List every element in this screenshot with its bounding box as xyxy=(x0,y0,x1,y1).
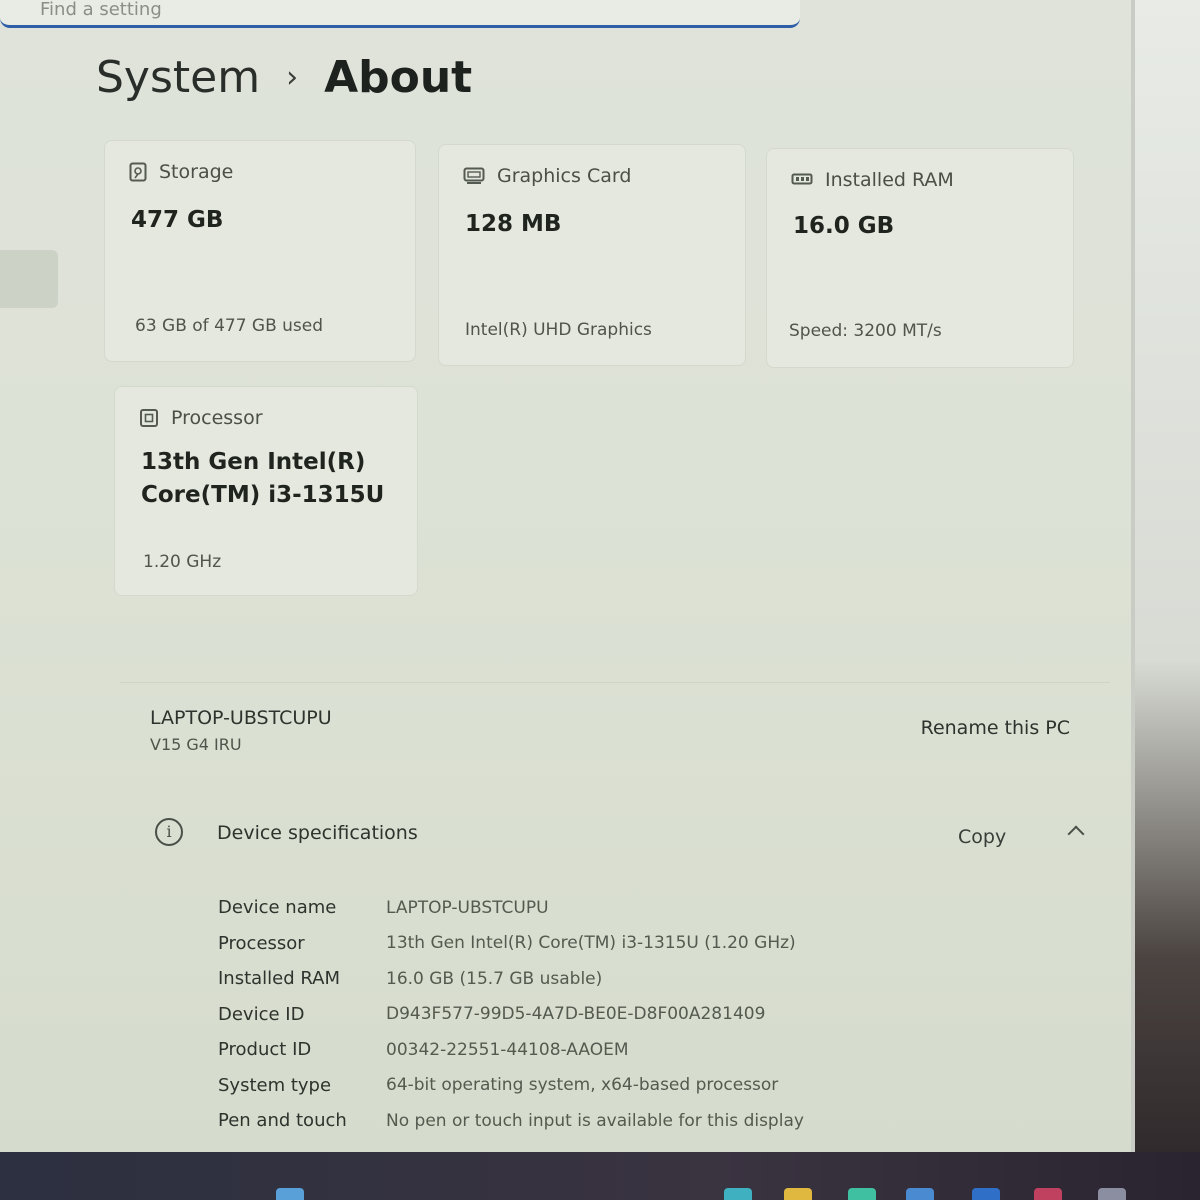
ram-speed: Speed: 3200 MT/s xyxy=(789,321,942,341)
table-row: System type 64-bit operating system, x64… xyxy=(218,1068,804,1104)
pc-model: V15 G4 IRU xyxy=(150,735,242,754)
taskbar xyxy=(0,1152,1200,1200)
copy-button[interactable]: Copy xyxy=(938,820,1048,854)
pc-name-row: LAPTOP-UBSTCUPU V15 G4 IRU Rename this P… xyxy=(120,682,1110,774)
app-icon[interactable] xyxy=(1098,1188,1126,1200)
breadcrumb-separator: › xyxy=(286,60,299,95)
file-explorer-icon[interactable] xyxy=(784,1188,812,1200)
table-row: Pen and touch No pen or touch input is a… xyxy=(218,1103,804,1139)
edge-icon[interactable] xyxy=(724,1188,752,1200)
spec-value: 64-bit operating system, x64-based proce… xyxy=(386,1075,779,1096)
device-specifications-header[interactable]: i Device specifications Copy xyxy=(120,792,1110,872)
spec-value: 00342-22551-44108-AAOEM xyxy=(386,1039,629,1060)
storage-card[interactable]: Storage 477 GB 63 GB of 477 GB used xyxy=(104,140,416,362)
spec-key: Processor xyxy=(218,932,305,954)
breadcrumb-system[interactable]: System xyxy=(96,52,260,103)
storage-value: 477 GB xyxy=(131,207,224,233)
spec-key: Device ID xyxy=(218,1003,305,1025)
breadcrumb: System › About xyxy=(96,52,472,103)
storage-label: Storage xyxy=(159,161,234,183)
processor-card[interactable]: Processor 13th Gen Intel(R) Core(TM) i3-… xyxy=(114,386,418,596)
processor-name-line2: Core(TM) i3-1315U xyxy=(141,482,385,508)
device-specifications-table: Device name LAPTOP-UBSTCUPU Processor 13… xyxy=(218,890,804,1139)
table-row: Product ID 00342-22551-44108-AAOEM xyxy=(218,1032,804,1068)
search-box[interactable]: Find a setting xyxy=(0,0,800,28)
graphics-card-icon xyxy=(463,167,485,184)
info-icon: i xyxy=(155,818,183,846)
settings-window: Find a setting System › About Storage 47… xyxy=(0,0,1135,1152)
table-row: Installed RAM 16.0 GB (15.7 GB usable) xyxy=(218,961,804,997)
spec-value: 16.0 GB (15.7 GB usable) xyxy=(386,968,603,989)
start-icon[interactable] xyxy=(276,1188,304,1200)
table-row: Device name LAPTOP-UBSTCUPU xyxy=(218,890,804,926)
ram-card[interactable]: Installed RAM 16.0 GB Speed: 3200 MT/s xyxy=(766,148,1074,368)
graphics-card-header: Graphics Card xyxy=(463,165,631,187)
spec-value: D943F577-99D5-4A7D-BE0E-D8F00A281409 xyxy=(386,1004,766,1025)
spec-value: No pen or touch input is available for t… xyxy=(386,1110,804,1131)
mail-icon[interactable] xyxy=(1034,1188,1062,1200)
page-title: About xyxy=(324,52,473,103)
storage-usage: 63 GB of 477 GB used xyxy=(135,316,324,336)
app-icon[interactable] xyxy=(972,1188,1000,1200)
desktop-wallpaper xyxy=(1130,0,1200,1200)
ram-value: 16.0 GB xyxy=(793,213,895,239)
ram-icon xyxy=(791,173,813,185)
processor-card-header: Processor xyxy=(139,407,263,429)
sidebar-item-system[interactable] xyxy=(0,250,58,308)
graphics-label: Graphics Card xyxy=(497,165,632,187)
chevron-up-icon[interactable] xyxy=(1067,825,1085,843)
spec-key: Installed RAM xyxy=(218,968,341,990)
graphics-model: Intel(R) UHD Graphics xyxy=(465,320,652,340)
processor-label: Processor xyxy=(171,407,263,429)
table-row: Device ID D943F577-99D5-4A7D-BE0E-D8F00A… xyxy=(218,997,804,1033)
spec-key: Product ID xyxy=(218,1039,312,1061)
processor-speed: 1.20 GHz xyxy=(143,552,222,572)
app-icon[interactable] xyxy=(906,1188,934,1200)
device-specifications-title: Device specifications xyxy=(217,822,418,844)
spec-value: LAPTOP-UBSTCUPU xyxy=(386,897,549,918)
spec-value: 13th Gen Intel(R) Core(TM) i3-1315U (1.2… xyxy=(386,933,796,954)
processor-name-line1: 13th Gen Intel(R) xyxy=(141,449,366,475)
pc-name: LAPTOP-UBSTCUPU xyxy=(150,707,332,729)
processor-icon xyxy=(140,409,158,427)
ram-label: Installed RAM xyxy=(825,169,954,191)
search-placeholder: Find a setting xyxy=(40,0,162,20)
rename-pc-button[interactable]: Rename this PC xyxy=(921,717,1070,739)
storage-icon xyxy=(129,162,147,182)
graphics-card[interactable]: Graphics Card 128 MB Intel(R) UHD Graphi… xyxy=(438,144,746,366)
storage-card-header: Storage xyxy=(129,161,233,183)
spec-key: Pen and touch xyxy=(218,1110,347,1132)
spec-key: System type xyxy=(218,1074,332,1096)
table-row: Processor 13th Gen Intel(R) Core(TM) i3-… xyxy=(218,926,804,962)
graphics-value: 128 MB xyxy=(465,211,562,237)
store-icon[interactable] xyxy=(848,1188,876,1200)
spec-key: Device name xyxy=(218,897,337,919)
ram-card-header: Installed RAM xyxy=(791,169,954,191)
